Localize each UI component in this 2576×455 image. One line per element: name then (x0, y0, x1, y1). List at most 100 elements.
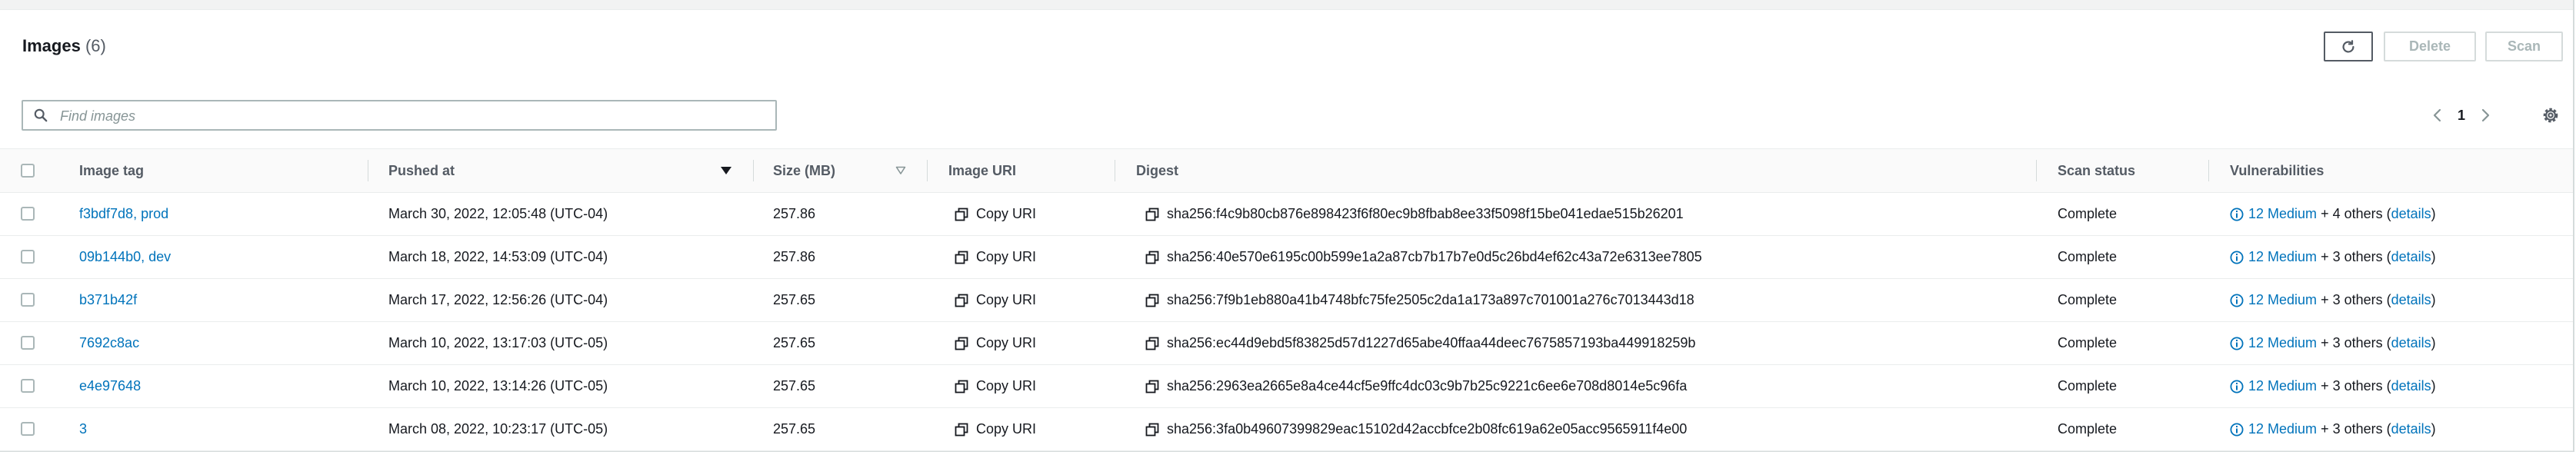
header-size[interactable]: Size (MB) (773, 149, 835, 192)
details-link[interactable]: details (2391, 421, 2431, 437)
row-checkbox[interactable] (21, 379, 35, 393)
details-link[interactable]: details (2391, 378, 2431, 394)
digest-value: sha256:40e570e6195c00b599e1a2a87cb7b17b7… (1167, 249, 1702, 264)
vulnerability-others: + 3 others ( (2321, 378, 2391, 394)
row-checkbox[interactable] (21, 422, 35, 436)
vulnerability-summary-link[interactable]: 12 Medium (2248, 335, 2317, 351)
pushed-at: March 18, 2022, 14:53:09 (UTC-04) (388, 249, 608, 264)
column-divider[interactable] (927, 160, 928, 181)
pushed-at: March 08, 2022, 10:23:17 (UTC-05) (388, 421, 608, 437)
digest-value: sha256:2963ea2665e8a4ce44cf5e9ffc4dc03c9… (1167, 378, 1688, 394)
sort-descending-icon[interactable] (720, 165, 732, 176)
search-input[interactable] (58, 105, 754, 128)
images-panel: Images (6) Delete Scan 1 (0, 0, 2574, 452)
caret-down-icon[interactable] (895, 166, 906, 175)
images-table: Image tag Pushed at Size (MB) Image URI … (0, 148, 2573, 451)
table-row: b371b42f March 17, 2022, 12:56:26 (UTC-0… (0, 279, 2573, 322)
header-image-tag[interactable]: Image tag (79, 149, 144, 192)
vulnerabilities-cell: 12 Medium + 3 others ( details ) (2230, 365, 2436, 407)
row-checkbox[interactable] (21, 250, 35, 264)
column-divider[interactable] (753, 160, 754, 181)
column-divider[interactable] (2036, 160, 2037, 181)
gear-icon[interactable] (2541, 105, 2561, 125)
search-icon (34, 108, 48, 122)
scan-status: Complete (2058, 292, 2118, 307)
vulnerabilities-cell: 12 Medium + 3 others ( details ) (2230, 236, 2436, 278)
copy-uri-button[interactable]: Copy URI (955, 236, 1036, 278)
copy-digest-button[interactable]: sha256:40e570e6195c00b599e1a2a87cb7b17b7… (1145, 236, 1702, 278)
image-count: (6) (85, 36, 106, 55)
search-box[interactable] (22, 100, 777, 131)
header-pushed-at[interactable]: Pushed at (388, 149, 455, 192)
size-mb: 257.65 (773, 421, 816, 437)
details-link[interactable]: details (2391, 292, 2431, 308)
scan-button[interactable]: Scan (2485, 32, 2563, 61)
copy-digest-button[interactable]: sha256:f4c9b80cb876e898423f6f80ec9b8fbab… (1145, 193, 1684, 235)
column-divider[interactable] (2208, 160, 2209, 181)
current-page[interactable]: 1 (2448, 108, 2474, 124)
copy-uri-button[interactable]: Copy URI (955, 322, 1036, 364)
refresh-button[interactable] (2324, 32, 2373, 61)
vulnerability-summary-link[interactable]: 12 Medium (2248, 249, 2317, 265)
pushed-at: March 30, 2022, 12:05:48 (UTC-04) (388, 206, 608, 221)
copy-icon (1145, 208, 1159, 221)
vulnerability-others: + 3 others ( (2321, 421, 2391, 437)
image-tag-link[interactable]: 09b144b0, dev (79, 236, 171, 278)
details-link[interactable]: details (2391, 206, 2431, 222)
copy-uri-label: Copy URI (976, 292, 1037, 307)
image-tag-link[interactable]: f3bdf7d8, prod (79, 193, 168, 235)
copy-icon (955, 337, 968, 350)
select-all-checkbox[interactable] (21, 164, 35, 178)
table-body: f3bdf7d8, prod March 30, 2022, 12:05:48 … (0, 193, 2573, 451)
copy-uri-label: Copy URI (976, 378, 1037, 394)
copy-uri-label: Copy URI (976, 421, 1037, 437)
vulnerability-summary-link[interactable]: 12 Medium (2248, 378, 2317, 394)
row-checkbox[interactable] (21, 207, 35, 221)
image-tag-link[interactable]: 3 (79, 408, 87, 450)
image-tag-link[interactable]: e4e97648 (79, 365, 141, 407)
vulnerability-summary-link[interactable]: 12 Medium (2248, 421, 2317, 437)
vulnerability-others: + 3 others ( (2321, 249, 2391, 264)
pushed-at: March 10, 2022, 13:17:03 (UTC-05) (388, 335, 608, 350)
image-tag-link[interactable]: 7692c8ac (79, 322, 139, 364)
image-tag-link[interactable]: b371b42f (79, 279, 137, 321)
copy-icon (1145, 337, 1159, 350)
pushed-at: March 17, 2022, 12:56:26 (UTC-04) (388, 292, 608, 307)
header-scan-status: Scan status (2058, 162, 2136, 178)
copy-uri-button[interactable]: Copy URI (955, 193, 1036, 235)
copy-uri-label: Copy URI (976, 249, 1037, 264)
table-row: 09b144b0, dev March 18, 2022, 14:53:09 (… (0, 236, 2573, 279)
delete-button[interactable]: Delete (2384, 32, 2476, 61)
copy-digest-button[interactable]: sha256:2963ea2665e8a4ce44cf5e9ffc4dc03c9… (1145, 365, 1687, 407)
row-checkbox[interactable] (21, 336, 35, 350)
scan-status: Complete (2058, 378, 2118, 394)
title-text: Images (22, 36, 81, 55)
copy-icon (1145, 423, 1159, 436)
next-page-button[interactable] (2474, 103, 2496, 128)
details-link[interactable]: details (2391, 249, 2431, 265)
top-strip (0, 0, 2573, 10)
refresh-icon (2342, 39, 2354, 53)
header-digest: Digest (1136, 162, 1179, 178)
copy-icon (955, 380, 968, 393)
header-vulnerabilities: Vulnerabilities (2230, 162, 2324, 178)
copy-icon (955, 251, 968, 264)
row-checkbox[interactable] (21, 293, 35, 307)
copy-uri-button[interactable]: Copy URI (955, 279, 1036, 321)
copy-uri-button[interactable]: Copy URI (955, 408, 1036, 450)
copy-digest-button[interactable]: sha256:7f9b1eb880a41b4748bfc75fe2505c2da… (1145, 279, 1695, 321)
chevron-left-icon (2433, 108, 2441, 122)
copy-uri-button[interactable]: Copy URI (955, 365, 1036, 407)
copy-digest-button[interactable]: sha256:3fa0b49607399829eac15102d42accbfc… (1145, 408, 1687, 450)
vulnerability-others: + 4 others ( (2321, 206, 2391, 221)
scan-status: Complete (2058, 206, 2118, 221)
vulnerability-summary-link[interactable]: 12 Medium (2248, 292, 2317, 308)
vulnerabilities-cell: 12 Medium + 3 others ( details ) (2230, 408, 2436, 450)
vulnerability-summary-link[interactable]: 12 Medium (2248, 206, 2317, 222)
vulnerabilities-cell: 12 Medium + 3 others ( details ) (2230, 322, 2436, 364)
scan-status: Complete (2058, 335, 2118, 350)
details-link[interactable]: details (2391, 335, 2431, 351)
prev-page-button[interactable] (2427, 103, 2448, 128)
digest-value: sha256:ec44d9ebd5f83825d57d1227d65abe40f… (1167, 335, 1696, 350)
copy-digest-button[interactable]: sha256:ec44d9ebd5f83825d57d1227d65abe40f… (1145, 322, 1695, 364)
